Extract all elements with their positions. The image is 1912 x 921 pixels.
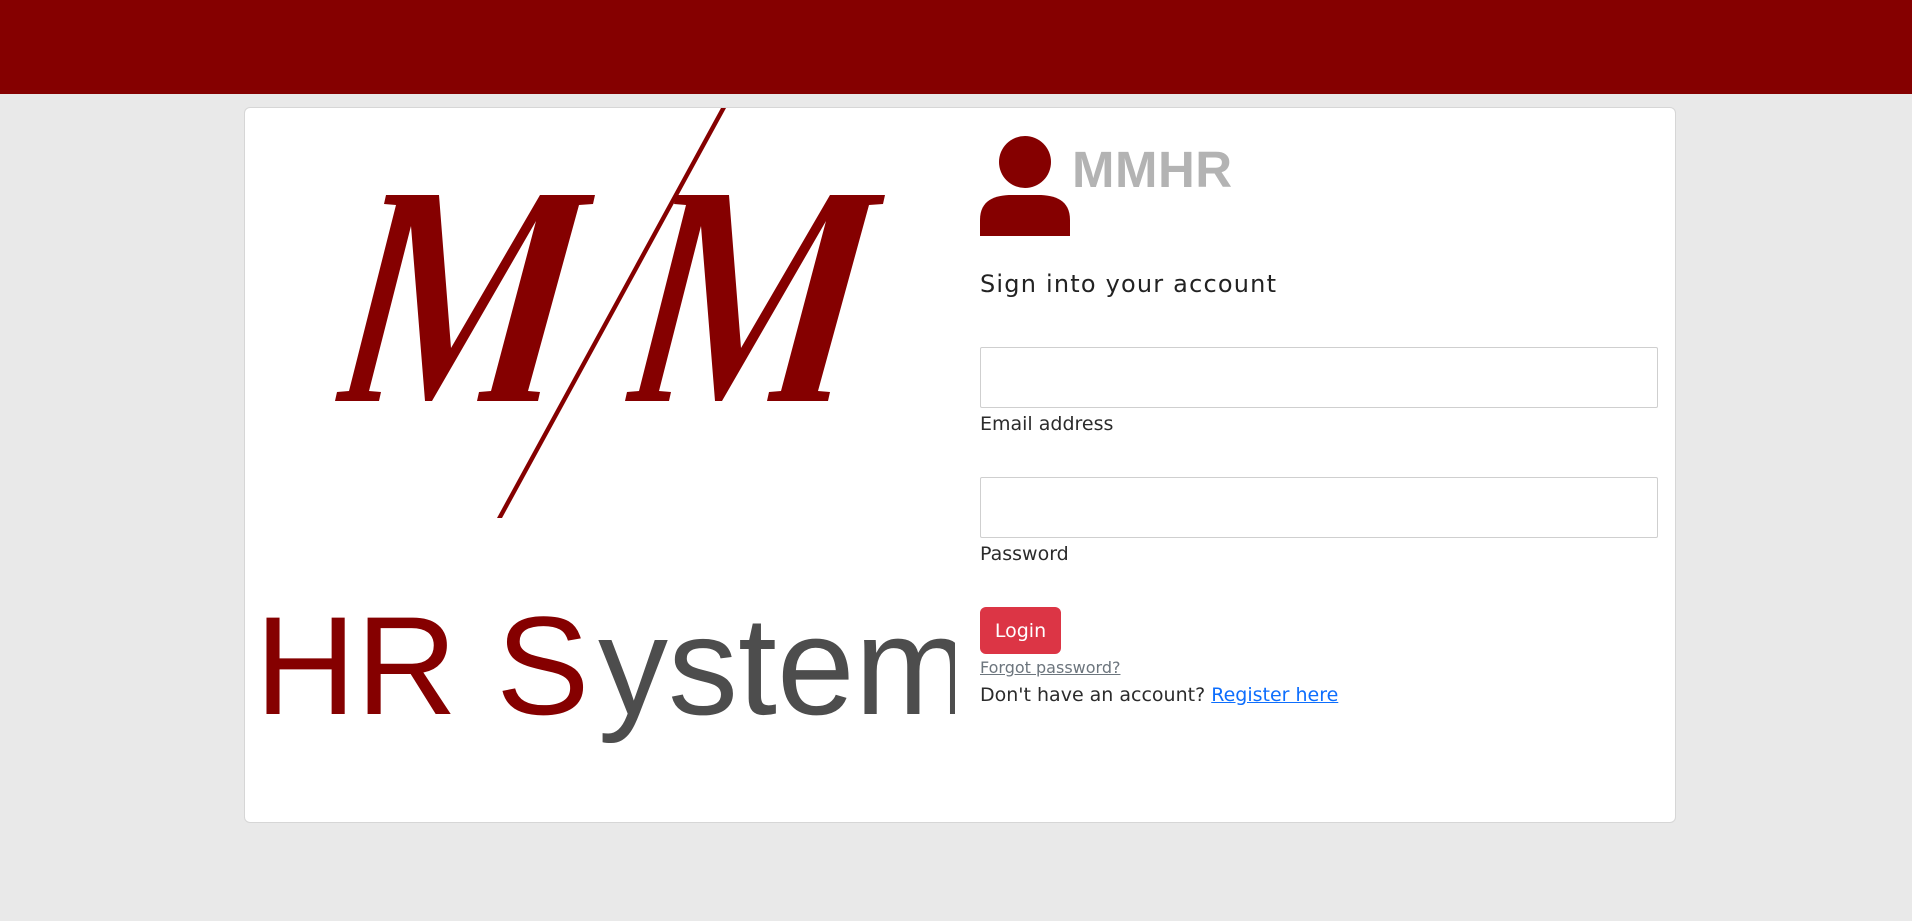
svg-text:HR S: HR S xyxy=(255,587,589,744)
password-input[interactable] xyxy=(980,477,1658,538)
user-icon xyxy=(980,136,1070,236)
brand-name: MMHR xyxy=(1072,141,1233,198)
register-prompt: Don't have an account? Register here xyxy=(980,684,1338,706)
forgot-password-link[interactable]: Forgot password? xyxy=(980,658,1120,677)
top-header-bar xyxy=(0,0,1912,94)
password-label: Password xyxy=(980,543,1069,565)
email-label: Email address xyxy=(980,413,1114,435)
signin-heading: Sign into your account xyxy=(980,270,1278,298)
hr-system-logo: HR S ystem xyxy=(255,108,955,744)
register-link[interactable]: Register here xyxy=(1211,684,1338,706)
register-prompt-text: Don't have an account? xyxy=(980,684,1206,706)
email-field-group: Email address xyxy=(980,347,1658,435)
email-input[interactable] xyxy=(980,347,1658,408)
svg-text:ystem: ystem xyxy=(598,587,955,744)
brand-header: MMHR xyxy=(980,136,1233,246)
login-card: HR S ystem MMHR Sign into your account E… xyxy=(244,107,1676,823)
password-field-group: Password xyxy=(980,477,1658,565)
login-button[interactable]: Login xyxy=(980,607,1061,654)
